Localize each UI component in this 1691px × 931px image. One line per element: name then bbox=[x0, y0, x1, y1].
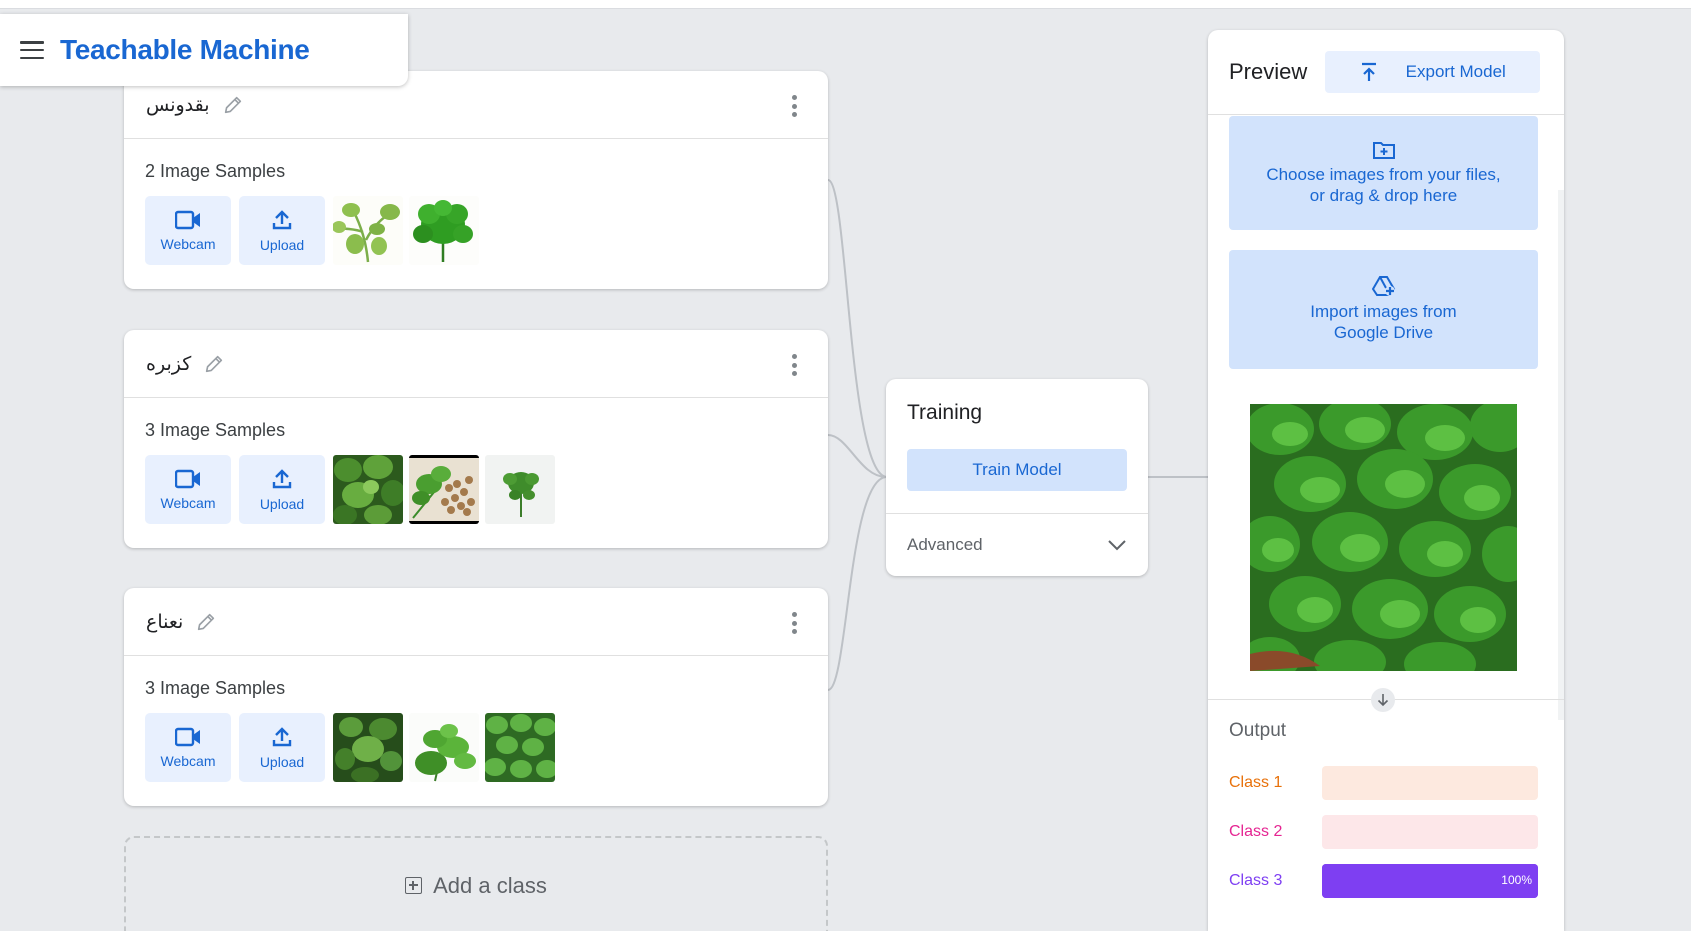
webcam-icon bbox=[175, 210, 200, 229]
class-name[interactable]: كزبره bbox=[146, 353, 191, 375]
confidence-bar bbox=[1322, 815, 1538, 849]
webcam-icon bbox=[175, 469, 200, 488]
advanced-toggle[interactable]: Advanced bbox=[886, 513, 1148, 576]
webcam-button[interactable]: Webcam bbox=[145, 713, 231, 782]
webcam-label: Webcam bbox=[160, 494, 216, 511]
drive-line-1: Import images from bbox=[1310, 302, 1457, 321]
webcam-button[interactable]: Webcam bbox=[145, 455, 231, 524]
upload-button[interactable]: Upload bbox=[239, 455, 325, 524]
upload-icon bbox=[272, 726, 292, 746]
sample-thumbnail[interactable] bbox=[333, 196, 403, 265]
training-card: Training Train Model Advanced bbox=[886, 379, 1148, 576]
output-class-label: Class 3 bbox=[1229, 872, 1283, 889]
webcam-button[interactable]: Webcam bbox=[145, 196, 231, 265]
output-row-class-2: Class 2 bbox=[1229, 815, 1538, 849]
class-card-3: نعناع 3 Image Samples Webcam Upload bbox=[124, 588, 828, 806]
sample-thumbnail[interactable] bbox=[485, 455, 555, 524]
upload-label: Upload bbox=[259, 753, 305, 770]
confidence-percent: 100% bbox=[1501, 873, 1532, 887]
class-name[interactable]: بقدونس bbox=[146, 94, 210, 116]
confidence-bar: 100% bbox=[1322, 864, 1538, 898]
webcam-label: Webcam bbox=[160, 752, 216, 769]
files-line-2: or drag & drop here bbox=[1309, 185, 1458, 205]
more-options-icon[interactable] bbox=[792, 354, 798, 376]
more-options-icon[interactable] bbox=[792, 95, 798, 117]
app-title: Teachable Machine bbox=[60, 34, 310, 65]
scrollbar-track[interactable] bbox=[1558, 190, 1564, 720]
app-header: Teachable Machine bbox=[0, 14, 408, 86]
samples-count: 3 Image Samples bbox=[145, 420, 286, 440]
upload-icon bbox=[272, 468, 292, 488]
edit-pencil-icon[interactable] bbox=[203, 353, 225, 375]
class-card-1: بقدونس 2 Image Samples Webcam Upload bbox=[124, 71, 828, 289]
advanced-label: Advanced bbox=[907, 535, 983, 554]
class-header: نعناع bbox=[124, 588, 828, 656]
upload-button[interactable]: Upload bbox=[239, 196, 325, 265]
export-icon bbox=[1361, 62, 1376, 81]
sample-thumbnail[interactable] bbox=[333, 713, 403, 782]
webcam-label: Webcam bbox=[160, 235, 216, 252]
class-name[interactable]: نعناع bbox=[146, 611, 183, 633]
output-row-class-1: Class 1 bbox=[1229, 766, 1538, 800]
confidence-bar bbox=[1322, 766, 1538, 800]
sample-thumbnail[interactable] bbox=[409, 196, 479, 265]
google-drive-add-icon bbox=[1371, 276, 1395, 296]
samples-count: 3 Image Samples bbox=[145, 678, 286, 698]
add-box-icon bbox=[405, 877, 423, 894]
class-card-2: كزبره 3 Image Samples Webcam Upload bbox=[124, 330, 828, 548]
add-class-button[interactable]: Add a class bbox=[124, 836, 828, 931]
train-model-button[interactable]: Train Model bbox=[907, 449, 1127, 491]
training-title: Training bbox=[907, 401, 983, 424]
drive-line-2: Google Drive bbox=[1333, 323, 1434, 342]
upload-label: Upload bbox=[259, 236, 305, 253]
edit-pencil-icon[interactable] bbox=[222, 94, 244, 116]
export-label: Export Model bbox=[1405, 62, 1506, 81]
output-class-label: Class 2 bbox=[1229, 823, 1283, 840]
output-row-class-3: Class 3 100% bbox=[1229, 864, 1538, 898]
upload-label: Upload bbox=[259, 495, 305, 512]
upload-icon bbox=[272, 209, 292, 229]
sample-thumbnail[interactable] bbox=[409, 713, 479, 782]
arrow-down-icon bbox=[1371, 688, 1395, 712]
output-title: Output bbox=[1229, 720, 1287, 741]
add-class-label: Add a class bbox=[433, 873, 547, 898]
preview-image bbox=[1250, 404, 1517, 671]
sample-thumbnail[interactable] bbox=[485, 713, 555, 782]
drive-import-zone[interactable]: Import images from Google Drive bbox=[1229, 250, 1538, 369]
preview-title: Preview bbox=[1229, 59, 1308, 84]
sample-thumbnail[interactable] bbox=[333, 455, 403, 524]
preview-panel: Preview Export Model Choose images from … bbox=[1208, 30, 1564, 931]
menu-icon[interactable] bbox=[20, 41, 44, 59]
webcam-icon bbox=[175, 727, 200, 746]
samples-count: 2 Image Samples bbox=[145, 161, 286, 181]
export-model-button[interactable]: Export Model bbox=[1325, 51, 1541, 93]
upload-button[interactable]: Upload bbox=[239, 713, 325, 782]
chevron-down-icon bbox=[1108, 540, 1126, 551]
files-line-1: Choose images from your files, bbox=[1266, 164, 1501, 184]
class-header: كزبره bbox=[124, 330, 828, 398]
preview-header: Preview Export Model bbox=[1208, 30, 1564, 115]
output-class-label: Class 1 bbox=[1229, 774, 1283, 791]
sample-thumbnail[interactable] bbox=[409, 455, 479, 524]
edit-pencil-icon[interactable] bbox=[195, 611, 217, 633]
file-upload-zone[interactable]: Choose images from your files, or drag &… bbox=[1229, 116, 1538, 230]
top-bar bbox=[0, 0, 1691, 9]
more-options-icon[interactable] bbox=[792, 612, 798, 634]
folder-add-icon bbox=[1372, 141, 1395, 159]
